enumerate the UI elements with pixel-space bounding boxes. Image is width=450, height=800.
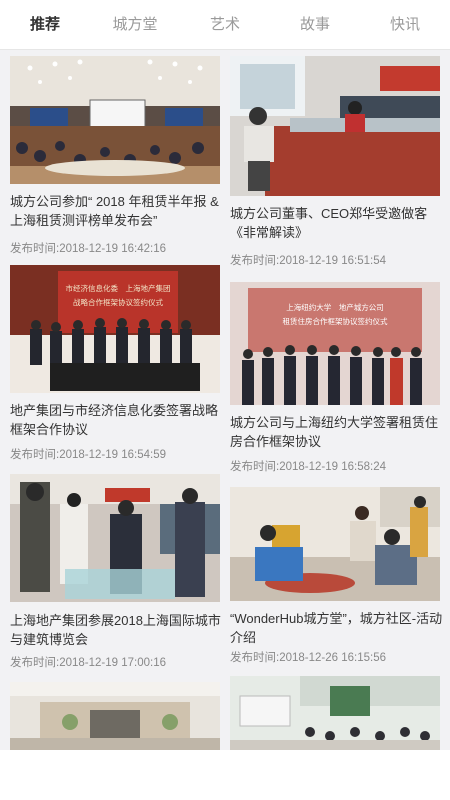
article-thumbnail (10, 682, 220, 750)
article-card-1[interactable]: 城方公司参加“ 2018 年租赁半年报 & 上海租赁测评榜单发布会” 发布时间:… (10, 56, 220, 256)
article-thumbnail (10, 56, 220, 184)
article-card-6[interactable]: “WonderHub城方堂”，城方社区-活动介绍 发布时间:2018-12-26… (230, 487, 442, 673)
article-publish-time: 发布时间:2018-12-19 17:00:16 (10, 657, 166, 669)
tab-story[interactable]: 故事 (270, 0, 360, 50)
svg-text:战略合作框架协议签约仪式: 战略合作框架协议签约仪式 (73, 297, 163, 307)
article-title: 城方公司参加“ 2018 年租赁半年报 & 上海租赁测评榜单发布会” (10, 194, 219, 228)
article-publish-time: 发布时间:2018-12-19 16:54:59 (10, 449, 166, 461)
article-thumbnail: 上海纽约大学 地产城方公司 租赁住房合作框架协议签约仪式 (230, 282, 440, 405)
tab-art[interactable]: 艺术 (180, 0, 270, 50)
article-card-3[interactable]: 市经济信息化委 上海地产集团 战略合作框架协议签约仪式 地产集团与市经济信息化委… (10, 265, 220, 463)
article-publish-time: 发布时间:2018-12-19 16:42:16 (10, 243, 166, 255)
article-publish-time: 发布时间:2018-12-26 16:15:56 (230, 652, 386, 664)
article-feed[interactable]: 城方公司参加“ 2018 年租赁半年报 & 上海租赁测评榜单发布会” 发布时间:… (0, 50, 450, 750)
svg-text:租赁住房合作框架协议签约仪式: 租赁住房合作框架协议签约仪式 (283, 316, 388, 326)
article-card-4[interactable]: 上海纽约大学 地产城方公司 租赁住房合作框架协议签约仪式 城方公司与上海纽约大学… (230, 282, 440, 482)
article-thumbnail (10, 474, 220, 602)
svg-text:上海纽约大学 地产城方公司: 上海纽约大学 地产城方公司 (286, 302, 384, 312)
article-thumbnail: 市经济信息化委 上海地产集团 战略合作框架协议签约仪式 (10, 265, 220, 393)
category-tab-bar: 推荐 城方堂 艺术 故事 快讯 (0, 0, 450, 50)
article-publish-time: 发布时间:2018-12-19 16:58:24 (230, 461, 386, 473)
article-title: 地产集团与市经济信息化委签署战略框架合作协议 (10, 403, 219, 437)
tab-news-flash[interactable]: 快讯 (360, 0, 450, 50)
bottom-blank-bar (0, 750, 450, 800)
article-thumbnail (230, 487, 440, 601)
article-title: 城方公司董事、CEO郑华受邀做客《非常解读》 (230, 206, 428, 240)
article-title: 上海地产集团参展2018上海国际城市与建筑博览会 (10, 613, 221, 647)
article-title: 城方公司与上海纽约大学签署租赁住房合作框架协议 (230, 415, 439, 449)
article-title: “WonderHub城方堂”，城方社区-活动介绍 (230, 611, 443, 645)
svg-text:市经济信息化委 上海地产集团: 市经济信息化委 上海地产集团 (66, 283, 171, 293)
tab-chengfangtang[interactable]: 城方堂 (90, 0, 180, 50)
article-card-5[interactable]: 上海地产集团参展2018上海国际城市与建筑博览会 发布时间:2018-12-19… (10, 474, 221, 670)
article-card-7[interactable] (10, 682, 220, 750)
tab-recommend[interactable]: 推荐 (0, 0, 90, 50)
article-card-2[interactable]: 城方公司董事、CEO郑华受邀做客《非常解读》 发布时间:2018-12-19 1… (230, 56, 440, 272)
article-publish-time: 发布时间:2018-12-19 16:51:54 (230, 255, 386, 267)
article-card-8[interactable] (230, 676, 440, 750)
article-thumbnail (230, 676, 440, 750)
article-thumbnail (230, 56, 440, 196)
